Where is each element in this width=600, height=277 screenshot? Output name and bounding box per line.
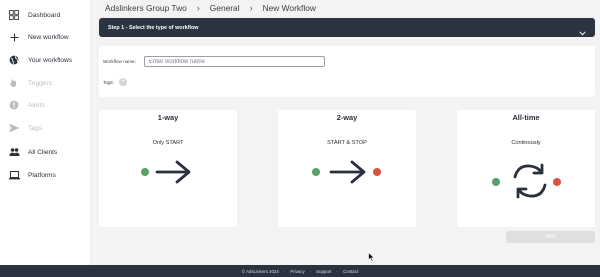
chevron-right-icon: › (249, 3, 253, 13)
hand-icon (0, 78, 28, 88)
arrow-right-icon (155, 160, 191, 184)
contact-link[interactable]: Contact (343, 269, 358, 274)
breadcrumb: Adslinkers Group Two › General › New Wor… (105, 3, 316, 13)
sidebar-item-label: Your workflows (28, 56, 73, 64)
breadcrumb-item-current: New Workflow (262, 3, 316, 13)
workflow-type-card-all-time[interactable]: All-time Continously (457, 110, 595, 227)
alert-icon (0, 100, 28, 110)
plus-icon (0, 33, 28, 42)
footer-separator: · (336, 268, 338, 274)
step-header[interactable]: Step 1 - Select the type of workflow (99, 18, 595, 37)
workflow-type-card-2-way[interactable]: 2-way START & STOP (278, 110, 416, 227)
workflow-form: Workflow name: Tags: + (99, 46, 595, 97)
add-tag-button[interactable]: + (119, 78, 127, 86)
stop-dot (553, 178, 561, 186)
step-title: Step 1 - Select the type of workflow (108, 24, 199, 31)
globe-icon (0, 55, 28, 65)
start-dot (312, 168, 320, 176)
sidebar-item-label: Triggers (28, 79, 52, 87)
sidebar: Dashboard New workflow Your workflows Tr… (0, 0, 91, 265)
workflow-name-input[interactable] (144, 56, 325, 67)
sidebar-item-label: All Clients (28, 148, 58, 156)
sidebar-item-label: Platforms (28, 171, 56, 179)
sidebar-item-tags[interactable]: Tags (0, 117, 91, 139)
sidebar-item-label: Tags (28, 124, 42, 132)
mouse-cursor-icon (368, 252, 375, 262)
sidebar-item-new-workflow[interactable]: New workflow (0, 26, 91, 48)
users-icon (0, 147, 28, 157)
one-way-diagram (141, 160, 191, 184)
chevron-right-icon: › (196, 3, 200, 13)
arrow-right-icon (329, 160, 366, 184)
send-icon (0, 123, 28, 133)
app-window: Dashboard New workflow Your workflows Tr… (0, 0, 600, 277)
privacy-link[interactable]: Privacy (290, 269, 304, 274)
sidebar-item-alerts[interactable]: Alerts (0, 94, 91, 116)
laptop-icon (0, 170, 28, 180)
sidebar-item-dashboard[interactable]: Dashboard (0, 4, 91, 26)
sidebar-item-platforms[interactable]: Platforms (0, 164, 91, 186)
next-button[interactable]: Next (506, 231, 595, 243)
footer: © AdsLinkers 2024 · Privacy · Support · … (0, 265, 600, 277)
chevron-down-icon[interactable] (579, 23, 586, 41)
refresh-icon (513, 163, 547, 199)
sidebar-item-label: Dashboard (28, 11, 61, 19)
copyright-text: © AdsLinkers 2024 (241, 268, 279, 274)
workflow-type-card-1-way[interactable]: 1-way Only START (99, 110, 237, 227)
sidebar-item-your-workflows[interactable]: Your workflows (0, 49, 91, 71)
workflow-name-label: Workflow name: (103, 59, 136, 64)
two-way-diagram (312, 160, 381, 184)
sidebar-item-label: New workflow (28, 33, 69, 41)
breadcrumb-item-group[interactable]: General (210, 3, 240, 13)
start-dot (141, 168, 149, 176)
grid-icon (0, 10, 28, 20)
footer-separator: · (309, 268, 312, 274)
support-link[interactable]: Support (316, 269, 331, 274)
all-time-diagram (492, 163, 561, 199)
sidebar-item-label: Alerts (28, 101, 45, 109)
sidebar-item-triggers[interactable]: Triggers (0, 72, 91, 94)
footer-separator: · (283, 268, 286, 274)
start-dot (492, 178, 500, 186)
stop-dot (373, 168, 381, 176)
tags-label: Tags: (103, 80, 114, 85)
sidebar-item-all-clients[interactable]: All Clients (0, 141, 91, 163)
breadcrumb-item-client[interactable]: Adslinkers Group Two (105, 3, 187, 13)
